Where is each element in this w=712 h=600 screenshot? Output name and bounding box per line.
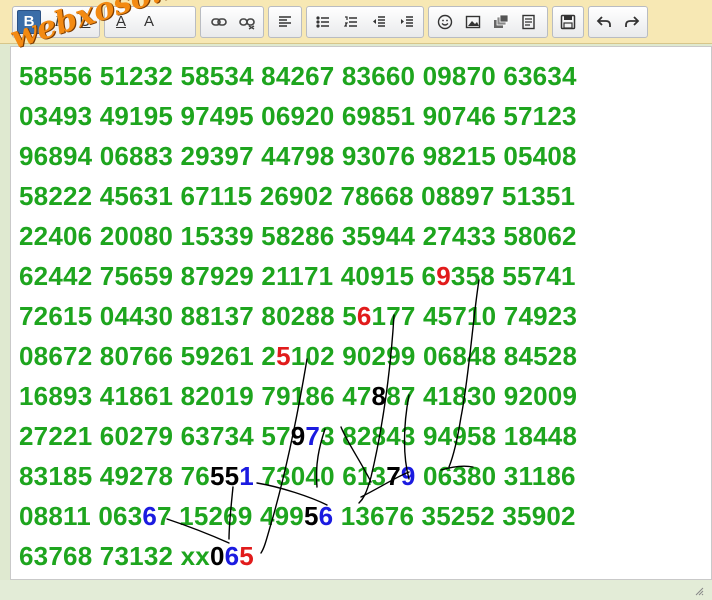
file-group xyxy=(552,6,584,38)
number-row: 16893 41861 82019 79186 47887 41830 9200… xyxy=(19,376,577,416)
bullet-list-icon[interactable] xyxy=(311,10,335,34)
number-row-text: 08811 06367 15269 49956 13676 35252 3590… xyxy=(19,501,576,531)
number-row: 58556 51232 58534 84267 83660 09870 6363… xyxy=(19,56,577,96)
media-icon[interactable] xyxy=(489,10,513,34)
highlighted-digit: 9 xyxy=(400,461,416,491)
highlighted-digit: 6 xyxy=(318,501,334,531)
highlighted-digit: 1 xyxy=(239,461,254,491)
number-row: 27221 60279 63734 57973 82843 94958 1844… xyxy=(19,416,577,456)
number-row: 58222 45631 67115 26902 78668 08897 5135… xyxy=(19,176,577,216)
outdent-icon[interactable] xyxy=(367,10,391,34)
save-icon[interactable] xyxy=(556,10,580,34)
resize-grip-icon[interactable] xyxy=(694,586,704,596)
unlink-icon[interactable] xyxy=(235,10,259,34)
numbered-list-icon[interactable] xyxy=(339,10,363,34)
number-row-text: 83185 49278 76551 73040 61379 06380 3118… xyxy=(19,461,576,491)
number-row-text: 63768 73132 xx065 xyxy=(19,541,254,571)
number-row-text: 27221 60279 63734 57973 82843 94958 1844… xyxy=(19,421,578,451)
editor-content-area[interactable]: 58556 51232 58534 84267 83660 09870 6363… xyxy=(10,46,712,580)
number-row: 62442 75659 87929 21171 40915 69358 5574… xyxy=(19,256,577,296)
align-group xyxy=(268,6,302,38)
indent-icon[interactable] xyxy=(395,10,419,34)
number-grid: 58556 51232 58534 84267 83660 09870 6363… xyxy=(19,56,577,576)
highlighted-digit: 6 xyxy=(224,541,240,571)
number-row: 72615 04430 88137 80288 56177 45710 7492… xyxy=(19,296,577,336)
highlighted-digit: 5 xyxy=(303,501,319,531)
align-left-icon[interactable] xyxy=(273,10,297,34)
undo-icon[interactable] xyxy=(592,10,616,34)
link-group xyxy=(200,6,264,38)
number-row-text: 62442 75659 87929 21171 40915 69358 5574… xyxy=(19,261,576,291)
number-row-text: 22406 20080 15339 58286 35944 27433 5806… xyxy=(19,221,577,251)
paste-icon[interactable] xyxy=(517,10,541,34)
insert-group xyxy=(428,6,548,38)
highlighted-digit: 5 xyxy=(224,461,240,491)
highlighted-digit: 5 xyxy=(276,341,291,371)
highlighted-digit: 8 xyxy=(371,381,387,411)
highlighted-digit: 6 xyxy=(142,501,158,531)
highlighted-digit: 9 xyxy=(290,421,306,451)
number-row: 08811 06367 15269 49956 13676 35252 3590… xyxy=(19,496,577,536)
number-row: 03493 49195 97495 06920 69851 90746 5712… xyxy=(19,96,577,136)
redo-icon[interactable] xyxy=(620,10,644,34)
highlighted-digit: 5 xyxy=(239,541,254,571)
number-row: 83185 49278 76551 73040 61379 06380 3118… xyxy=(19,456,577,496)
number-row-text: 96894 06883 29397 44798 93076 98215 0540… xyxy=(19,141,577,171)
number-row-text: 03493 49195 97495 06920 69851 90746 5712… xyxy=(19,101,577,131)
highlighted-digit: 9 xyxy=(436,261,451,291)
highlighted-digit: 5 xyxy=(209,461,225,491)
highlighted-digit xyxy=(333,501,340,531)
number-row-text: 72615 04430 88137 80288 56177 45710 7492… xyxy=(19,301,578,331)
image-icon[interactable] xyxy=(461,10,485,34)
number-row: 63768 73132 xx065 xyxy=(19,536,577,576)
number-row-text: 58222 45631 67115 26902 78668 08897 5135… xyxy=(19,181,576,211)
number-row-text: 58556 51232 58534 84267 83660 09870 6363… xyxy=(19,61,577,91)
history-group xyxy=(588,6,648,38)
number-row: 96894 06883 29397 44798 93076 98215 0540… xyxy=(19,136,577,176)
highlighted-digit: 6 xyxy=(356,301,372,331)
highlighted-digit: 7 xyxy=(386,461,401,491)
number-row-text: 08672 80766 59261 25102 90299 06848 8452… xyxy=(19,341,578,371)
highlighted-digit: 7 xyxy=(305,421,321,451)
number-row: 08672 80766 59261 25102 90299 06848 8452… xyxy=(19,336,577,376)
list-group xyxy=(306,6,424,38)
editor-statusbar xyxy=(0,580,712,600)
highlighted-digit xyxy=(416,461,423,491)
number-row: 22406 20080 15339 58286 35944 27433 5806… xyxy=(19,216,577,256)
emoticon-icon[interactable] xyxy=(433,10,457,34)
link-icon[interactable] xyxy=(207,10,231,34)
highlighted-digit: 0 xyxy=(209,541,225,571)
number-row-text: 16893 41861 82019 79186 47887 41830 9200… xyxy=(19,381,578,411)
